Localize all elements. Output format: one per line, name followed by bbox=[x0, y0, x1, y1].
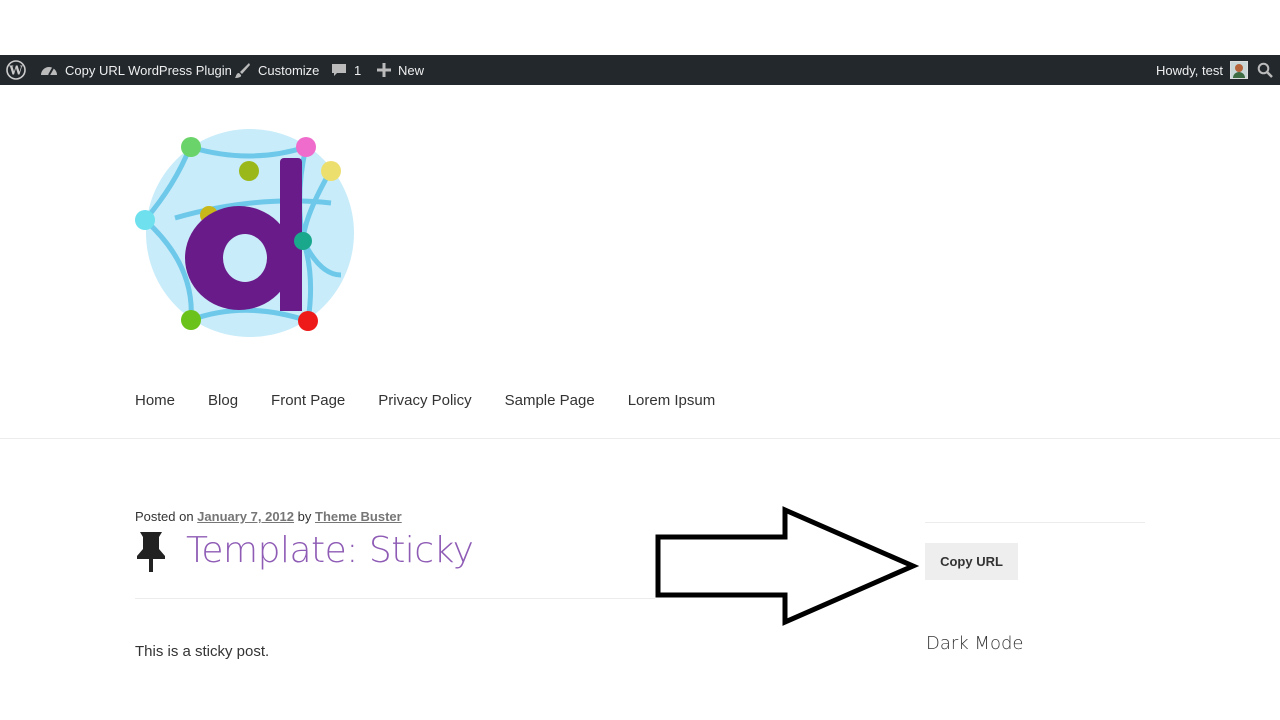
customize-label: Customize bbox=[258, 62, 320, 78]
avatar bbox=[1229, 61, 1248, 79]
my-account-menu[interactable]: Howdy, test bbox=[1156, 55, 1248, 85]
dark-mode-heading: Dark Mode bbox=[926, 633, 1024, 654]
comment-bubble-icon bbox=[332, 64, 346, 76]
brush-icon bbox=[235, 62, 250, 78]
posted-on-label: Posted on bbox=[135, 509, 194, 524]
svg-text:W: W bbox=[8, 64, 23, 78]
nav-item-home[interactable]: Home bbox=[135, 392, 175, 409]
customize-menu[interactable]: Customize bbox=[234, 55, 319, 85]
site-name-menu[interactable]: Copy URL WordPress Plugin bbox=[40, 55, 232, 85]
new-content-menu[interactable]: New bbox=[377, 55, 424, 85]
site-name-label: Copy URL WordPress Plugin bbox=[65, 62, 232, 78]
comments-count: 1 bbox=[354, 62, 362, 78]
copy-url-button[interactable]: Copy URL bbox=[925, 543, 1018, 580]
post-header-divider bbox=[135, 598, 655, 599]
post-meta: Posted on January 7, 2012 by Theme Buste… bbox=[135, 509, 402, 524]
right-arrow-icon bbox=[655, 506, 920, 626]
dashboard-icon bbox=[41, 67, 57, 76]
nav-item-sample-page[interactable]: Sample Page bbox=[505, 392, 595, 409]
new-label: New bbox=[398, 62, 425, 78]
plus-icon bbox=[377, 63, 391, 77]
admin-bar: W Copy URL WordPress Plugin Customize 1 … bbox=[0, 55, 1280, 85]
nav-item-blog[interactable]: Blog bbox=[208, 392, 238, 409]
nav-item-lorem-ipsum[interactable]: Lorem Ipsum bbox=[628, 392, 716, 409]
comments-menu[interactable]: 1 bbox=[331, 55, 361, 85]
post-title[interactable]: Template: Sticky bbox=[186, 530, 474, 571]
search-icon[interactable] bbox=[1257, 55, 1273, 85]
post-content: This is a sticky post. bbox=[135, 643, 270, 660]
wordpress-logo-icon[interactable]: W bbox=[6, 55, 26, 85]
by-label: by bbox=[297, 509, 312, 524]
site-logo[interactable] bbox=[135, 125, 360, 345]
post-date-link[interactable]: January 7, 2012 bbox=[197, 509, 294, 524]
nav-item-front-page[interactable]: Front Page bbox=[271, 392, 345, 409]
sidebar-divider bbox=[925, 522, 1145, 523]
nav-item-privacy-policy[interactable]: Privacy Policy bbox=[378, 392, 471, 409]
greeting-label: Howdy, test bbox=[1156, 62, 1223, 78]
pushpin-icon bbox=[137, 532, 165, 572]
header-divider bbox=[0, 438, 1280, 439]
post-author-link[interactable]: Theme Buster bbox=[315, 509, 402, 524]
primary-navigation: Home Blog Front Page Privacy Policy Samp… bbox=[135, 392, 748, 409]
